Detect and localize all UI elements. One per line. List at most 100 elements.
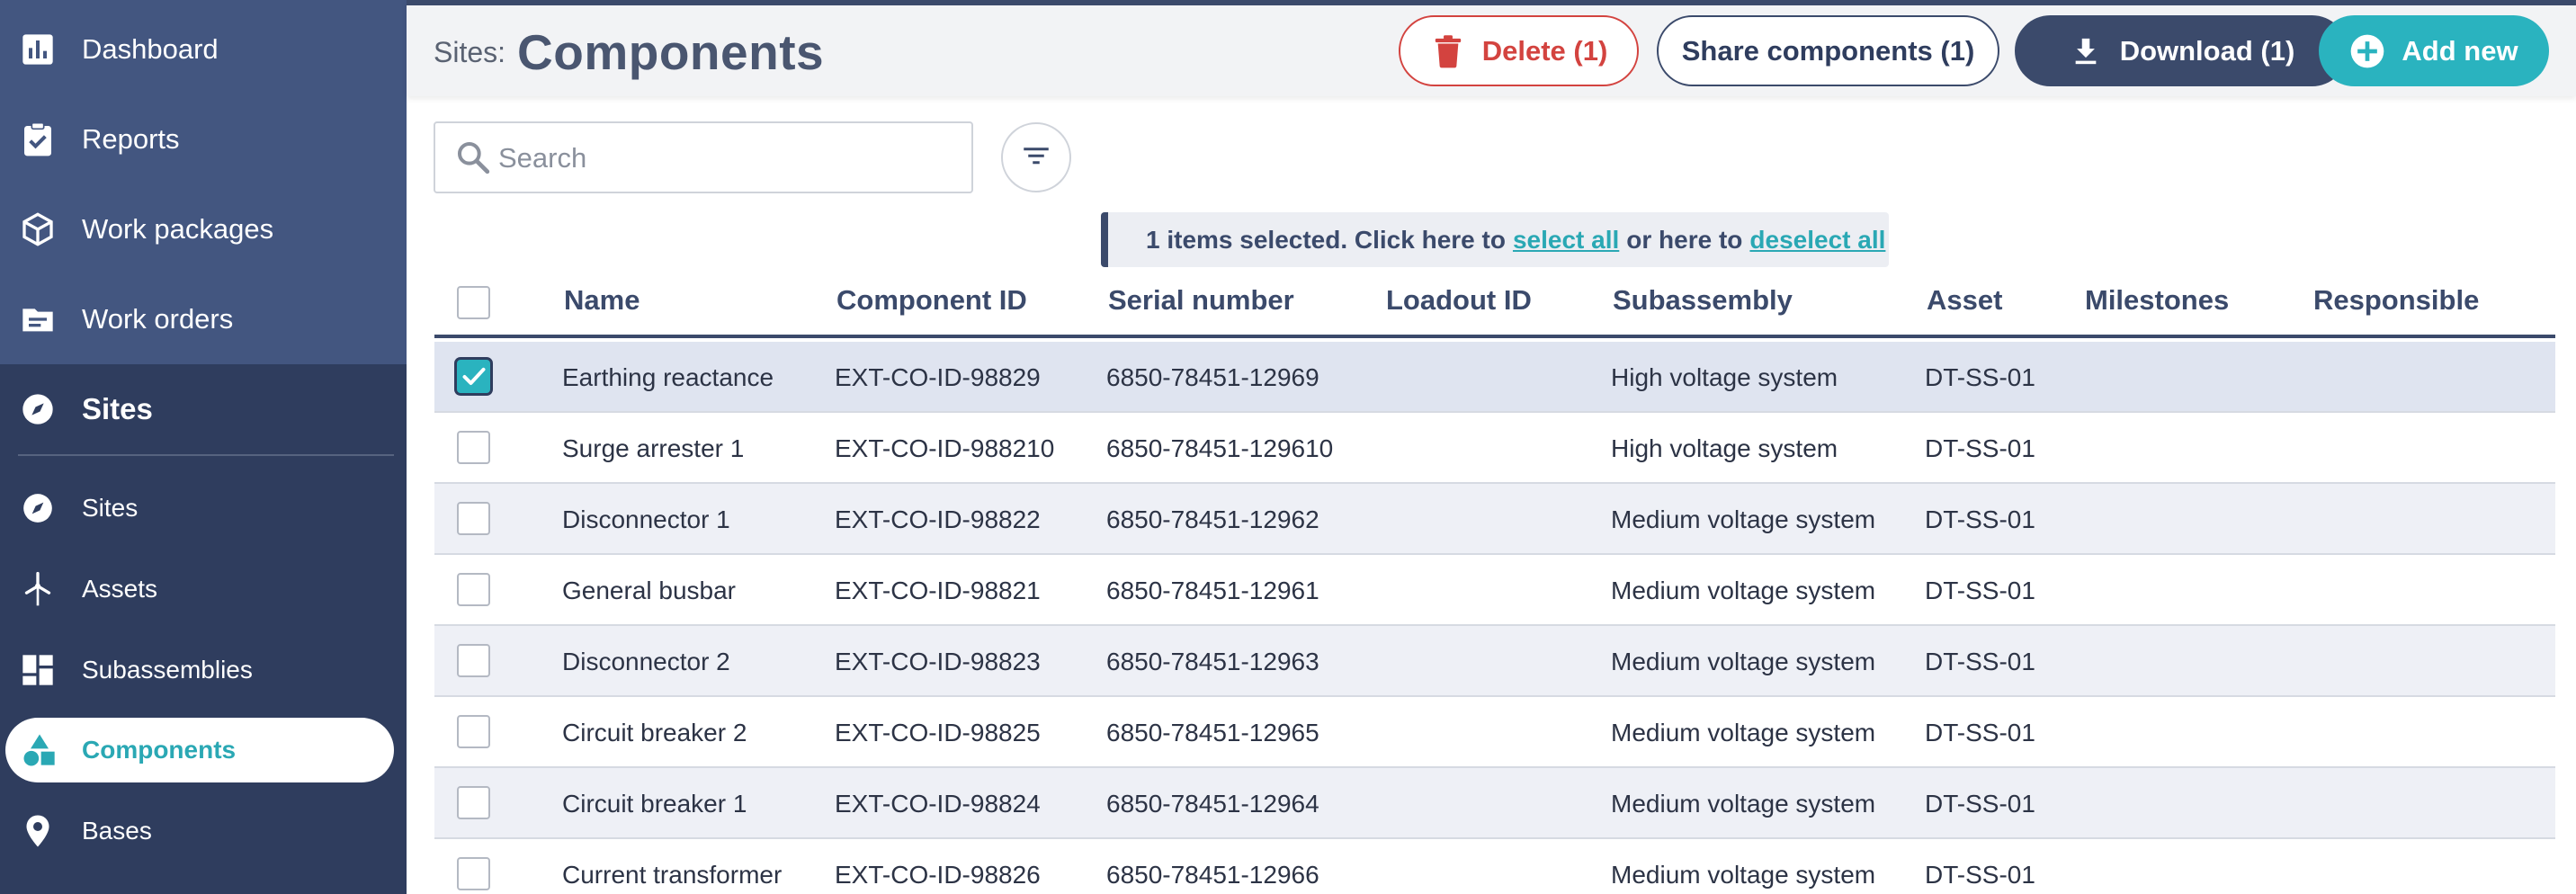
delete-button[interactable]: Delete (1) <box>1399 15 1639 86</box>
table-row[interactable]: Surge arrester 1 EXT-CO-ID-988210 6850-784… <box>434 413 2555 484</box>
download-button-label: Download (1) <box>2119 34 2295 67</box>
sidebar-item-subassemblies[interactable]: Subassemblies <box>0 636 407 704</box>
row-checkbox[interactable] <box>457 360 490 393</box>
column-header-milestones[interactable]: Milestones <box>2085 284 2229 317</box>
row-checkbox[interactable] <box>457 786 490 819</box>
cell-name: Circuit breaker 2 <box>562 719 747 746</box>
package-icon <box>18 210 58 249</box>
sidebar-item-assets[interactable]: Assets <box>0 555 407 623</box>
select-all-checkbox[interactable] <box>457 286 490 319</box>
checkmark-icon <box>462 367 485 385</box>
sidebar-item-sites[interactable]: Sites <box>0 474 407 542</box>
sidebar: Dashboard Reports Work packages Work ord… <box>0 0 407 894</box>
cell-name: Disconnector 2 <box>562 648 730 675</box>
cell-component-id: EXT-CO-ID-988210 <box>835 434 1055 462</box>
column-header-asset[interactable]: Asset <box>1927 284 2002 317</box>
search-box <box>434 121 973 193</box>
column-header-responsible[interactable]: Responsible <box>2313 284 2479 317</box>
column-header-subassembly[interactable]: Subassembly <box>1613 284 1793 317</box>
row-checkbox[interactable] <box>457 502 490 535</box>
cell-component-id: EXT-CO-ID-98824 <box>835 790 1041 818</box>
cell-asset: DT-SS-01 <box>1925 648 2035 675</box>
cell-subassembly: High voltage system <box>1611 363 1838 391</box>
sidebar-item-work-orders[interactable]: Work orders <box>0 274 407 364</box>
shapes-icon <box>20 730 59 770</box>
cell-serial-number: 6850-78451-12969 <box>1106 363 1319 391</box>
add-new-button[interactable]: Add new <box>2319 15 2549 86</box>
cell-asset: DT-SS-01 <box>1925 505 2035 533</box>
cell-name: Disconnector 1 <box>562 505 730 533</box>
dashboard-grid-icon <box>18 650 58 690</box>
column-header-serial-number[interactable]: Serial number <box>1108 284 1294 317</box>
cell-serial-number: 6850-78451-12965 <box>1106 719 1319 746</box>
sidebar-divider <box>18 454 394 456</box>
plus-circle-icon <box>2349 33 2385 69</box>
cell-subassembly: High voltage system <box>1611 434 1838 462</box>
cell-asset: DT-SS-01 <box>1925 861 2035 889</box>
table-row[interactable]: Circuit breaker 1 EXT-CO-ID-98824 6850-784… <box>434 768 2555 839</box>
folder-icon <box>18 299 58 339</box>
sidebar-item-label: Components <box>82 736 237 764</box>
select-all-link[interactable]: select all <box>1513 226 1619 255</box>
compass-icon <box>18 488 58 528</box>
cell-asset: DT-SS-01 <box>1925 790 2035 818</box>
sidebar-section-sites[interactable]: Sites <box>0 364 407 454</box>
sidebar-item-label: Bases <box>82 817 152 845</box>
table-row[interactable]: Circuit breaker 2 EXT-CO-ID-98825 6850-784… <box>434 697 2555 768</box>
sidebar-item-label: Work orders <box>82 303 234 335</box>
table-row[interactable]: Disconnector 2 EXT-CO-ID-98823 6850-78451-… <box>434 626 2555 697</box>
breadcrumb[interactable]: Sites: <box>434 36 505 69</box>
page-header: Sites: Components Delete (1) Share compo… <box>407 0 2576 96</box>
search-input[interactable] <box>498 136 948 181</box>
delete-button-label: Delete (1) <box>1481 34 1608 67</box>
sidebar-item-components[interactable]: Components <box>5 718 394 782</box>
sidebar-item-label: Reports <box>82 123 180 155</box>
row-checkbox[interactable] <box>457 857 490 890</box>
table-row[interactable]: Earthing reactance EXT-CO-ID-98829 6850-78… <box>434 342 2555 413</box>
download-button[interactable]: Download (1) <box>2015 15 2348 86</box>
share-components-button[interactable]: Share components (1) <box>1657 15 1999 86</box>
sidebar-item-dashboard[interactable]: Dashboard <box>0 4 407 94</box>
column-header-name[interactable]: Name <box>564 284 640 317</box>
cell-serial-number: 6850-78451-12963 <box>1106 648 1319 675</box>
table-row[interactable]: Current transformer EXT-CO-ID-98826 6850-7… <box>434 839 2555 894</box>
cell-name: Earthing reactance <box>562 363 774 391</box>
cell-asset: DT-SS-01 <box>1925 434 2035 462</box>
filter-button[interactable] <box>1001 122 1071 192</box>
cell-subassembly: Medium voltage system <box>1611 505 1876 533</box>
wind-turbine-icon <box>18 569 58 609</box>
row-checkbox[interactable] <box>457 431 490 464</box>
sidebar-item-bases[interactable]: Bases <box>0 797 407 865</box>
search-icon <box>455 139 491 175</box>
row-checkbox[interactable] <box>457 715 490 748</box>
map-pin-icon <box>18 811 58 851</box>
table-row[interactable]: General busbar EXT-CO-ID-98821 6850-78451-… <box>434 555 2555 626</box>
cell-serial-number: 6850-78451-12961 <box>1106 577 1319 604</box>
cell-name: General busbar <box>562 577 737 604</box>
row-checkbox[interactable] <box>457 644 490 677</box>
cell-component-id: EXT-CO-ID-98826 <box>835 861 1041 889</box>
sidebar-item-label: Subassemblies <box>82 656 253 684</box>
row-checkbox[interactable] <box>457 573 490 606</box>
filter-icon <box>1023 145 1050 171</box>
compass-icon <box>18 389 58 429</box>
banner-prefix: 1 items selected. Click here to <box>1146 225 1506 254</box>
cell-serial-number: 6850-78451-12964 <box>1106 790 1319 818</box>
column-header-loadout-id[interactable]: Loadout ID <box>1386 284 1532 317</box>
sidebar-item-reports[interactable]: Reports <box>0 94 407 184</box>
table-header: Name Component ID Serial number Loadout … <box>434 270 2555 338</box>
cell-name: Current transformer <box>562 861 783 889</box>
sidebar-item-work-packages[interactable]: Work packages <box>0 184 407 274</box>
cell-component-id: EXT-CO-ID-98825 <box>835 719 1041 746</box>
cell-subassembly: Medium voltage system <box>1611 719 1876 746</box>
cell-component-id: EXT-CO-ID-98821 <box>835 577 1041 604</box>
column-header-component-id[interactable]: Component ID <box>836 284 1027 317</box>
add-new-button-label: Add new <box>2402 34 2518 67</box>
cell-asset: DT-SS-01 <box>1925 577 2035 604</box>
sidebar-item-label: Dashboard <box>82 33 219 65</box>
deselect-all-link[interactable]: deselect all <box>1749 226 1885 255</box>
cell-subassembly: Medium voltage system <box>1611 648 1876 675</box>
table-row[interactable]: Disconnector 1 EXT-CO-ID-98822 6850-78451-… <box>434 484 2555 555</box>
page-title: Components <box>517 24 825 80</box>
cell-subassembly: Medium voltage system <box>1611 577 1876 604</box>
